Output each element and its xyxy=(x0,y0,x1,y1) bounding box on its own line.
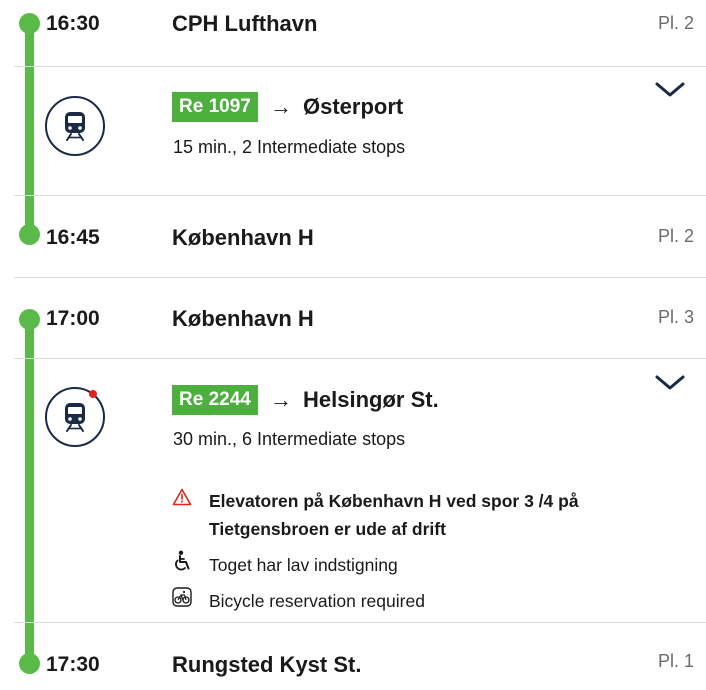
platform-label: Pl. 2 xyxy=(657,226,694,246)
train-icon xyxy=(45,387,105,447)
bicycle-icon xyxy=(172,587,192,607)
train-icon xyxy=(45,96,105,156)
divider xyxy=(14,195,706,196)
departure-time: 17:00 xyxy=(46,307,100,330)
divider xyxy=(14,622,706,623)
train-line-badge: Re 2244 xyxy=(172,385,258,415)
train-summary: 15 min., 2 Intermediate stops xyxy=(173,137,406,157)
notice-low-entry: Toget har lav indstigning xyxy=(172,550,398,579)
divider xyxy=(14,358,706,359)
stop-dot xyxy=(19,224,40,245)
train-destination: Østerport xyxy=(303,94,404,119)
departure-time: 16:30 xyxy=(46,12,100,35)
wheelchair-icon xyxy=(172,550,192,571)
notice-text: Bicycle reservation required xyxy=(209,591,425,611)
arrival-station: København H xyxy=(172,225,314,250)
platform-label: Pl. 3 xyxy=(657,307,694,327)
divider xyxy=(14,277,706,278)
notice-elevator: Elevatoren på København H ved spor 3 /4 … xyxy=(172,487,642,543)
departure-station: København H xyxy=(172,306,314,331)
notice-bicycle: Bicycle reservation required xyxy=(172,587,425,615)
train-line-badge: Re 1097 xyxy=(172,92,258,122)
departure-station: CPH Lufthavn xyxy=(172,11,318,36)
platform-label: Pl. 2 xyxy=(657,13,694,33)
stop-dot xyxy=(19,309,40,330)
platform-label: Pl. 1 xyxy=(657,651,694,671)
notice-text: Toget har lav indstigning xyxy=(209,555,398,575)
alert-dot-icon xyxy=(89,390,97,398)
arrival-time: 16:45 xyxy=(46,226,100,249)
arrival-time: 17:30 xyxy=(46,653,100,676)
warning-triangle-icon xyxy=(172,487,192,507)
notice-text: Elevatoren på København H ved spor 3 /4 … xyxy=(209,491,579,539)
train-destination: Helsingør St. xyxy=(303,387,439,412)
stop-dot xyxy=(19,13,40,34)
train-arrow: → xyxy=(270,387,292,412)
stop-dot xyxy=(19,653,40,674)
train-summary: 30 min., 6 Intermediate stops xyxy=(173,429,406,449)
divider xyxy=(14,66,706,67)
chevron-down-icon[interactable] xyxy=(654,80,686,100)
train-arrow: → xyxy=(270,94,292,119)
arrival-station: Rungsted Kyst St. xyxy=(172,652,362,677)
chevron-down-icon[interactable] xyxy=(654,373,686,393)
route-line-leg1 xyxy=(25,18,34,238)
route-line-leg2 xyxy=(25,315,34,665)
